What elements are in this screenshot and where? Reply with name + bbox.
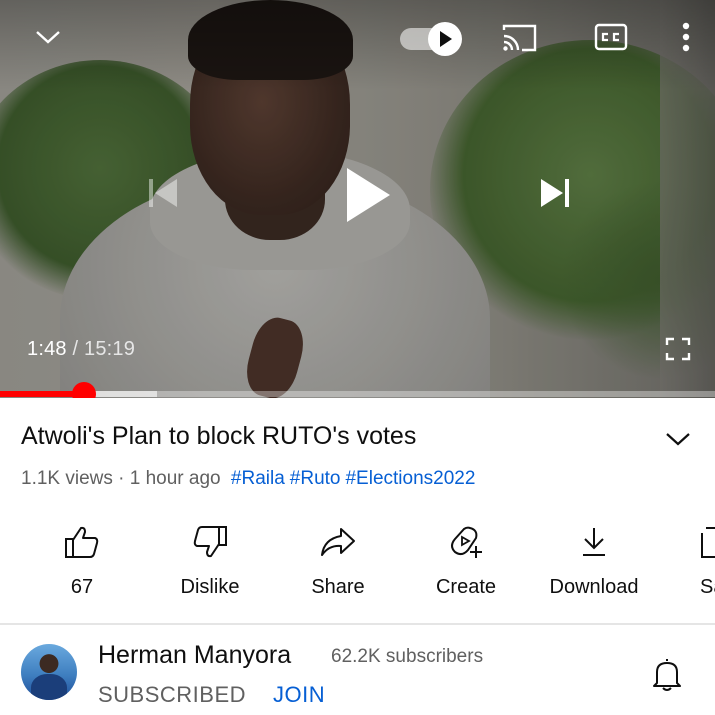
video-title[interactable]: Atwoli's Plan to block RUTO's votes [21,422,641,451]
like-count: 67 [70,576,94,598]
download-button[interactable]: Download [530,522,658,606]
previous-video-button[interactable] [140,170,186,216]
create-button[interactable]: Create [402,522,530,606]
subscriber-count: 62.2K subscribers [331,646,484,667]
closed-captions-icon [594,23,628,51]
skip-next-icon [541,179,569,207]
channel-name[interactable]: Herman Manyora [98,641,291,670]
upload-age: 1 hour ago [129,468,221,489]
channel-avatar[interactable] [21,644,77,700]
notifications-button[interactable] [650,655,684,693]
time-display: 1:48 / 15:19 [27,338,135,361]
more-options-button[interactable] [674,18,698,56]
download-icon [583,528,605,556]
video-player[interactable]: 1:48 / 15:19 [0,0,715,398]
create-label: Create [435,576,497,598]
share-icon [321,528,355,556]
save-icon [701,527,715,558]
hashtag-link[interactable]: #Raila [231,468,285,489]
share-button[interactable]: Share [274,522,402,606]
duration: 15:19 [84,338,136,360]
thumbs-down-icon [193,526,227,558]
progress-bar[interactable] [0,382,715,398]
cast-icon [502,24,537,52]
watch-page: 1:48 / 15:19 Atwoli's Plan to block RUTO… [0,0,715,715]
dislike-button[interactable]: Dislike [146,522,274,606]
more-vert-icon [682,22,690,52]
scrubber-handle[interactable] [71,382,96,398]
autoplay-toggle[interactable] [400,22,466,56]
like-button[interactable]: 67 [18,522,146,606]
next-video-button[interactable] [532,170,578,216]
download-label: Download [549,576,639,598]
meta-separator: · [112,468,130,489]
bell-icon [653,659,681,691]
fullscreen-button[interactable] [662,334,694,364]
view-count: 1.1K views [21,468,113,489]
action-bar: 67 Dislike Share Create Download S [0,522,715,606]
thumbs-up-icon [65,526,99,558]
share-label: Share [311,576,365,598]
skip-previous-icon [149,179,177,207]
play-button[interactable] [328,155,408,235]
fullscreen-icon [665,337,691,361]
play-icon [347,168,390,222]
chevron-down-icon [666,433,690,446]
join-button[interactable]: JOIN [273,682,325,708]
section-divider [0,623,715,625]
hashtag-link[interactable]: #Ruto [290,468,341,489]
cast-button[interactable] [498,20,540,56]
chevron-down-icon [36,31,60,44]
autoplay-toggle-icon [428,22,462,56]
subscribed-button[interactable]: SUBSCRIBED [98,682,246,708]
save-button[interactable]: Sa [658,522,715,606]
collapse-player-button[interactable] [28,22,68,52]
save-label: Sa [700,576,715,598]
dislike-label: Dislike [180,576,240,598]
captions-button[interactable] [592,20,630,54]
time-separator: / [66,338,85,360]
create-icon [451,526,482,558]
hashtag-link[interactable]: #Elections2022 [345,468,475,489]
current-time: 1:48 [27,338,67,360]
video-meta: 1.1K views · 1 hour ago #Raila #Ruto #Elec… [21,468,475,490]
expand-description-button[interactable] [662,424,694,454]
